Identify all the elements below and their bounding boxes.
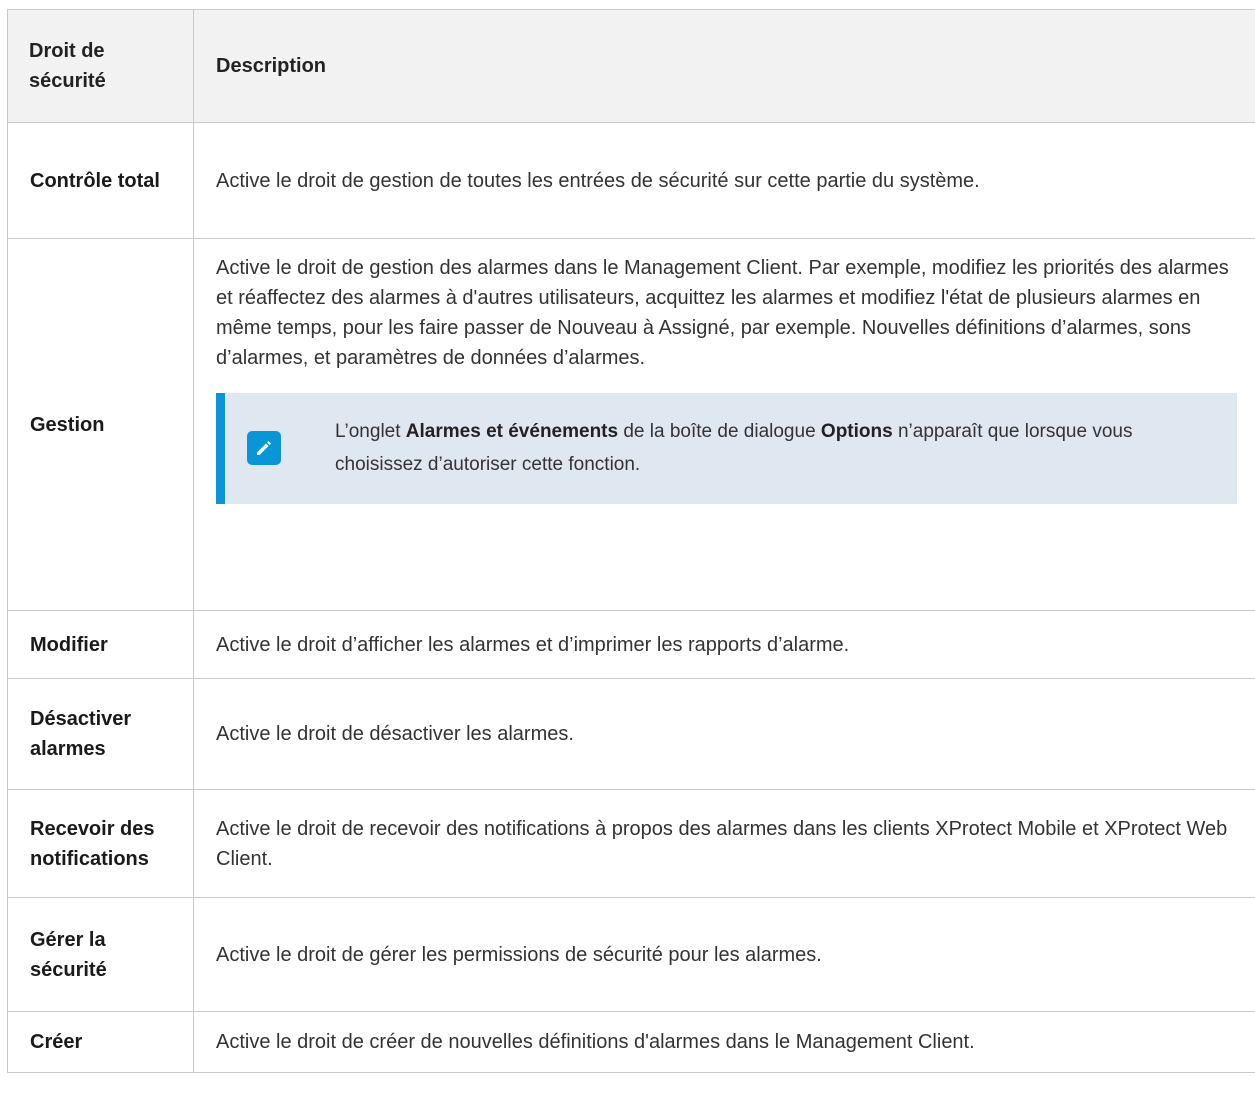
note-text-before: L’onglet <box>335 421 406 442</box>
right-description: Active le droit de désactiver les alarme… <box>193 678 1255 790</box>
right-description: Active le droit de recevoir des notifica… <box>193 789 1255 898</box>
right-name: Créer <box>7 1011 194 1073</box>
table-row: Recevoir des notifications Active le dro… <box>7 789 1255 898</box>
right-description: Active le droit de gestion des alarmes d… <box>216 257 1229 369</box>
table-row: Contrôle total Active le droit de gestio… <box>7 122 1255 239</box>
right-description: Active le droit de gérer les permissions… <box>193 897 1255 1012</box>
table-row: Gérer la sécurité Active le droit de gér… <box>7 897 1255 1012</box>
table-row: Modifier Active le droit d’afficher les … <box>7 610 1255 679</box>
table-row: Gestion Active le droit de gestion des a… <box>7 238 1255 611</box>
table-row: Désactiver alarmes Active le droit de dé… <box>7 678 1255 790</box>
right-description-cell: Active le droit de gestion des alarmes d… <box>193 238 1255 611</box>
right-name: Contrôle total <box>7 122 194 239</box>
header-security-right: Droit de sécurité <box>7 9 194 123</box>
right-description: Active le droit de créer de nouvelles dé… <box>193 1011 1255 1073</box>
table-row: Créer Active le droit de créer de nouvel… <box>7 1011 1255 1073</box>
note-bold-tab-name: Alarmes et événements <box>405 421 619 442</box>
note-bold-dialog-name: Options <box>820 421 893 442</box>
right-name: Recevoir des notifications <box>7 789 194 898</box>
pencil-note-icon <box>247 431 281 465</box>
right-description: Active le droit de gestion de toutes les… <box>193 122 1255 239</box>
right-description: Active le droit d’afficher les alarmes e… <box>193 610 1255 679</box>
table-header-row: Droit de sécurité Description <box>7 9 1255 123</box>
security-rights-table: Droit de sécurité Description Contrôle t… <box>7 9 1255 1073</box>
right-name: Modifier <box>7 610 194 679</box>
note-text-middle: de la boîte de dialogue <box>618 421 821 442</box>
right-name: Gestion <box>7 238 194 611</box>
note-callout: L’onglet Alarmes et événements de la boî… <box>216 393 1237 504</box>
right-name: Gérer la sécurité <box>7 897 194 1012</box>
right-name: Désactiver alarmes <box>7 678 194 790</box>
header-description: Description <box>193 9 1255 123</box>
